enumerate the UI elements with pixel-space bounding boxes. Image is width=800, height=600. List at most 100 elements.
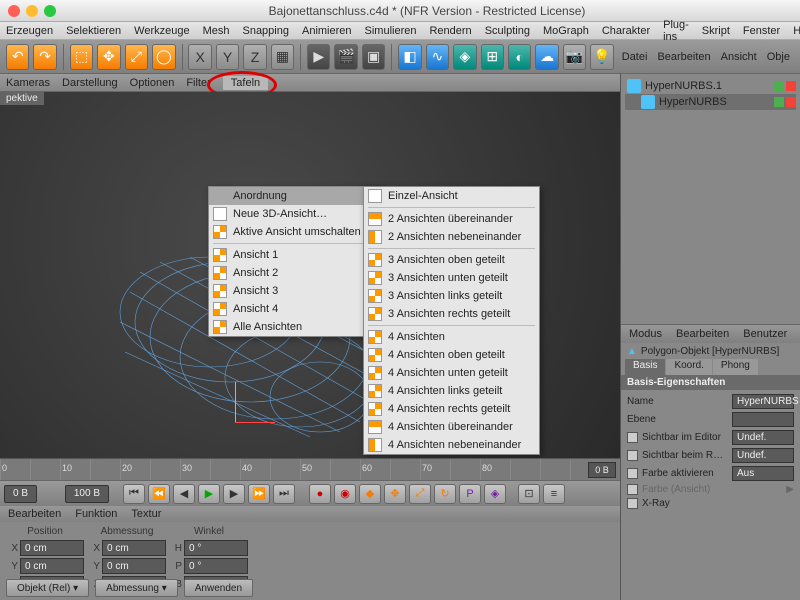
autokey-icon[interactable]: ◉	[334, 484, 356, 504]
coord-input[interactable]: 0 cm	[20, 540, 84, 556]
redo-icon[interactable]: ↷	[33, 44, 56, 70]
env-icon[interactable]: ☁	[535, 44, 558, 70]
menu-item[interactable]: Neue 3D-Ansicht…	[209, 205, 379, 223]
coord-apply-button[interactable]: Anwenden	[184, 579, 253, 597]
menu-selektieren[interactable]: Selektieren	[66, 25, 121, 37]
z-axis-icon[interactable]: Z	[243, 44, 266, 70]
attr-checkbox[interactable]	[627, 468, 638, 479]
menu-fenster[interactable]: Fenster	[743, 25, 780, 37]
attr-input[interactable]: Undef.	[732, 448, 794, 463]
menu-mesh[interactable]: Mesh	[203, 25, 230, 37]
attr-tab-koord[interactable]: Koord.	[666, 359, 711, 375]
object-row[interactable]: HyperNURBS	[625, 94, 796, 110]
vp-tab-darstellung[interactable]: Darstellung	[62, 77, 118, 89]
coord-input[interactable]: 0 °	[184, 540, 248, 556]
vp-tab-filter[interactable]: Filter	[186, 77, 210, 89]
render-active-icon[interactable]: ▣	[362, 44, 385, 70]
menu-item[interactable]: 4 Ansichten rechts geteilt	[364, 400, 539, 418]
attr-menu-bearbeiten[interactable]: Bearbeiten	[676, 328, 729, 340]
scale-icon[interactable]: ⤢	[125, 44, 148, 70]
menu-item[interactable]: 3 Ansichten rechts geteilt	[364, 305, 539, 323]
play-icon[interactable]: ▶	[198, 484, 220, 504]
menu-item[interactable]: Alle Ansichten	[209, 318, 379, 336]
attr-input[interactable]: HyperNURBS	[732, 394, 794, 409]
attr-input[interactable]: Undef.	[732, 430, 794, 445]
key-pos-icon[interactable]: ✥	[384, 484, 406, 504]
zoom-icon[interactable]	[44, 5, 56, 17]
render-view-icon[interactable]: ▶	[307, 44, 330, 70]
coord-dim-button[interactable]: Abmessung ▾	[95, 579, 178, 597]
menu-erzeugen[interactable]: Erzeugen	[6, 25, 53, 37]
prev-key-icon[interactable]: ⏪	[148, 484, 170, 504]
menu-item[interactable]: 4 Ansichten oben geteilt	[364, 346, 539, 364]
rotate-icon[interactable]: ◯	[152, 44, 175, 70]
start-frame[interactable]: 0 B	[4, 485, 37, 503]
end-frame[interactable]: 100 B	[65, 485, 109, 503]
x-axis-icon[interactable]: X	[188, 44, 211, 70]
key-pla-icon[interactable]: ◈	[484, 484, 506, 504]
select-icon[interactable]: ⬚	[70, 44, 93, 70]
menu-item[interactable]: 3 Ansichten oben geteilt	[364, 251, 539, 269]
object-manager[interactable]: HyperNURBS.1HyperNURBS	[621, 74, 800, 324]
menu-plug-ins[interactable]: Plug-ins	[663, 19, 689, 43]
nurbs-icon[interactable]: ◈	[453, 44, 476, 70]
array-icon[interactable]: ⊞	[481, 44, 504, 70]
menu-werkzeuge[interactable]: Werkzeuge	[134, 25, 189, 37]
menu-item[interactable]: Anordnung▶	[209, 187, 379, 205]
coord-input[interactable]: 0 cm	[20, 558, 84, 574]
menu-item[interactable]: Ansicht 1	[209, 246, 379, 264]
next-key-icon[interactable]: ⏩	[248, 484, 270, 504]
mat-tab-funktion[interactable]: Funktion	[75, 508, 117, 520]
move-icon[interactable]: ✥	[97, 44, 120, 70]
coord-sys-icon[interactable]: ▦	[271, 44, 294, 70]
extra-1-icon[interactable]: ⊡	[518, 484, 540, 504]
menu-mograph[interactable]: MoGraph	[543, 25, 589, 37]
coord-input[interactable]: 0 °	[184, 558, 248, 574]
menu-item[interactable]: Einzel-Ansicht	[364, 187, 539, 205]
object-row[interactable]: HyperNURBS.1	[625, 78, 796, 94]
coord-mode-button[interactable]: Objekt (Rel) ▾	[6, 579, 89, 597]
menu-simulieren[interactable]: Simulieren	[365, 25, 417, 37]
key-scale-icon[interactable]: ⤢	[409, 484, 431, 504]
menu-item[interactable]: Aktive Ansicht umschalten	[209, 223, 379, 241]
goto-end-icon[interactable]: ⏭	[273, 484, 295, 504]
attr-checkbox[interactable]	[627, 432, 638, 443]
camera-icon[interactable]: 📷	[563, 44, 586, 70]
menu-item[interactable]: Ansicht 3	[209, 282, 379, 300]
y-axis-icon[interactable]: Y	[216, 44, 239, 70]
attr-checkbox[interactable]	[627, 450, 638, 461]
close-icon[interactable]	[8, 5, 20, 17]
menu-rendern[interactable]: Rendern	[429, 25, 471, 37]
attr-checkbox[interactable]	[627, 498, 638, 509]
spline-icon[interactable]: ∿	[426, 44, 449, 70]
minimize-icon[interactable]	[26, 5, 38, 17]
timeline-ruler[interactable]: 01020304050607080 0 B	[0, 458, 620, 480]
key-param-icon[interactable]: P	[459, 484, 481, 504]
attr-tab-phong[interactable]: Phong	[713, 359, 758, 375]
attr-checkbox[interactable]	[627, 484, 638, 495]
menu-item[interactable]: 4 Ansichten übereinander	[364, 418, 539, 436]
menu-item[interactable]: Ansicht 4	[209, 300, 379, 318]
undo-icon[interactable]: ↶	[6, 44, 29, 70]
menu-snapping[interactable]: Snapping	[242, 25, 289, 37]
om-menu-datei[interactable]: Datei	[622, 51, 648, 63]
coord-input[interactable]: 0 cm	[102, 558, 166, 574]
cube-icon[interactable]: ◧	[398, 44, 421, 70]
vp-tab-optionen[interactable]: Optionen	[130, 77, 175, 89]
menu-sculpting[interactable]: Sculpting	[485, 25, 530, 37]
extra-2-icon[interactable]: ≡	[543, 484, 565, 504]
menu-item[interactable]: 2 Ansichten übereinander	[364, 210, 539, 228]
attr-input[interactable]	[732, 412, 794, 427]
vp-tab-tafeln[interactable]: Tafeln	[223, 76, 268, 90]
render-pv-icon[interactable]: 🎬	[334, 44, 357, 70]
menu-item[interactable]: 4 Ansichten unten geteilt	[364, 364, 539, 382]
menu-charakter[interactable]: Charakter	[602, 25, 650, 37]
goto-start-icon[interactable]: ⏮	[123, 484, 145, 504]
menu-animieren[interactable]: Animieren	[302, 25, 352, 37]
light-icon[interactable]: 💡	[590, 44, 613, 70]
viewport[interactable]: pektive	[0, 92, 620, 458]
deformer-icon[interactable]: ◐	[508, 44, 531, 70]
menu-item[interactable]: Ansicht 2	[209, 264, 379, 282]
key-rot-icon[interactable]: ↻	[434, 484, 456, 504]
mat-tab-bearbeiten[interactable]: Bearbeiten	[8, 508, 61, 520]
